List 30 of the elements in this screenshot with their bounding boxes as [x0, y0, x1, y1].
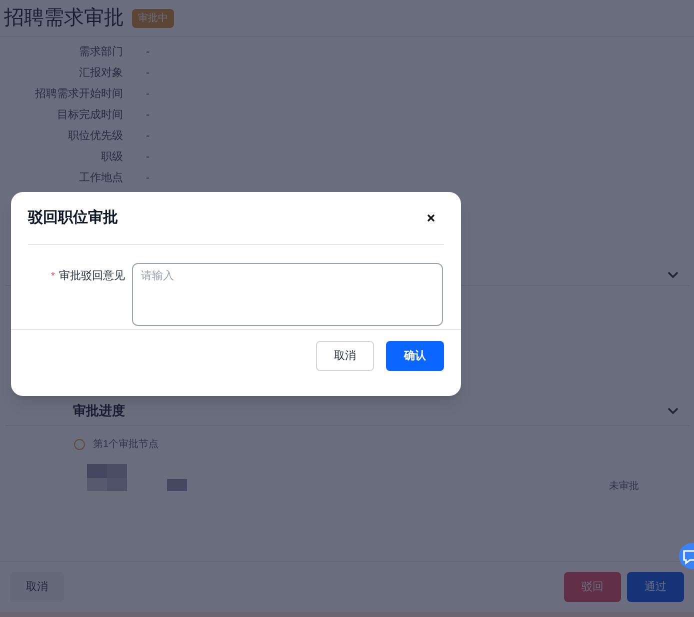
page-title: 招聘需求审批 — [4, 6, 124, 31]
field-label: 招聘需求开始时间 — [34, 87, 123, 102]
confirm-button[interactable]: 确认 — [386, 341, 444, 371]
field-value: - — [146, 150, 150, 166]
dialog-title: 驳回职位审批 — [28, 208, 118, 228]
field-value: - — [146, 66, 150, 82]
approve-button[interactable]: 通过 — [627, 572, 684, 602]
step-label: 第1个审批节点 — [93, 438, 159, 452]
reason-field[interactable]: 请输入 — [132, 263, 443, 326]
cancel-button[interactable]: 取消 — [10, 572, 64, 602]
cancel-button[interactable]: 取消 — [316, 341, 374, 371]
field-value: - — [146, 129, 150, 144]
field-label: 审批驳回意见 — [58, 268, 125, 284]
step-status: 未审批 — [609, 480, 639, 494]
status-badge: 审批中 — [132, 8, 174, 28]
section-title: 审批进度 — [73, 402, 125, 420]
field-label: 需求部门 — [78, 44, 123, 60]
field-value: - — [146, 45, 150, 60]
field-value: - — [146, 171, 150, 186]
field-label: 汇报对象 — [78, 66, 123, 82]
field-label: 工作地点 — [78, 170, 123, 186]
redacted-block — [167, 479, 187, 491]
field-label: 目标完成时间 — [56, 108, 123, 124]
field-value: - — [146, 87, 150, 102]
field-label: 职位优先级 — [67, 129, 123, 144]
required-mark: * — [51, 270, 55, 284]
field-label: 职级 — [100, 150, 123, 166]
redacted-block — [87, 464, 127, 491]
close-icon[interactable] — [427, 214, 435, 222]
field-value: - — [146, 108, 150, 124]
